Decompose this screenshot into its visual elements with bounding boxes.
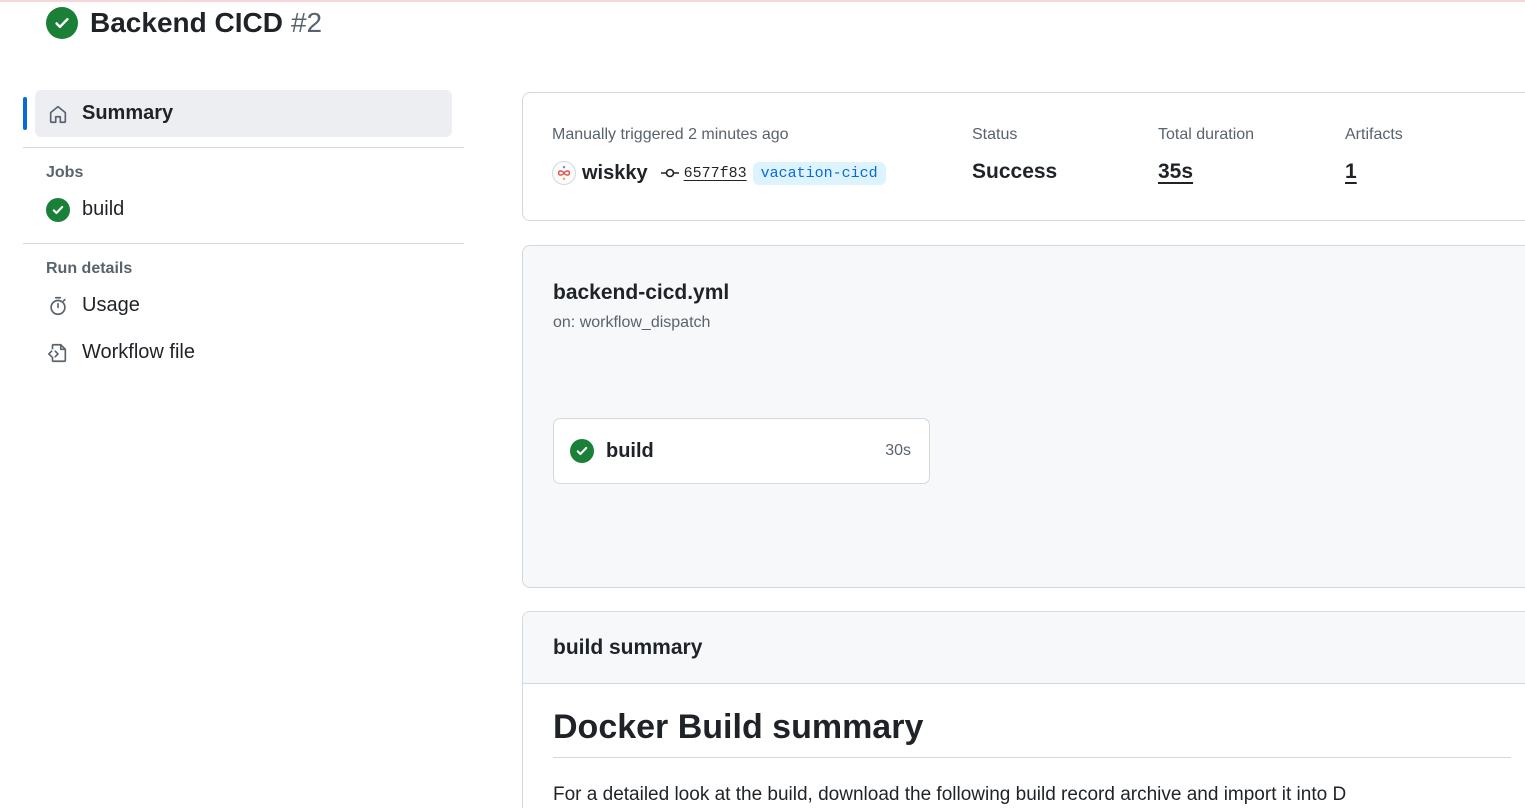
workflow-graph-card: backend-cicd.yml on: workflow_dispatch b… <box>522 245 1525 588</box>
sidebar-item-workflow-file[interactable]: Workflow file <box>23 329 464 376</box>
workflow-file-name: backend-cicd.yml <box>553 281 730 304</box>
selected-indicator <box>23 97 27 130</box>
sidebar-item-label: build <box>82 198 125 220</box>
file-code-icon <box>46 341 70 365</box>
sidebar: Summary Jobs build Run details Usage Wor… <box>23 90 464 376</box>
sidebar-item-label: Usage <box>82 294 140 316</box>
check-circle-icon <box>46 197 70 222</box>
top-border <box>0 0 1525 2</box>
run-summary-card: Manually triggered 2 minutes ago wiskky … <box>522 92 1525 221</box>
stopwatch-icon <box>46 294 70 318</box>
check-circle-icon <box>570 439 594 463</box>
workflow-trigger: on: workflow_dispatch <box>553 314 711 331</box>
git-commit-icon <box>660 166 680 180</box>
build-summary-header: build summary <box>523 612 1525 684</box>
sidebar-item-usage[interactable]: Usage <box>23 282 464 329</box>
job-name: build <box>606 439 654 462</box>
trigger-text: Manually triggered 2 minutes ago <box>552 126 789 143</box>
job-duration: 30s <box>885 442 911 459</box>
run-details-heading: Run details <box>46 260 133 277</box>
status-value: Success <box>972 160 1058 183</box>
home-icon <box>46 102 70 126</box>
build-summary-title: build summary <box>553 635 703 659</box>
actor-link[interactable]: wiskky <box>582 162 648 185</box>
jobs-heading: Jobs <box>46 164 84 181</box>
duration-column: Total duration 35s <box>1158 126 1254 184</box>
duration-label: Total duration <box>1158 126 1255 143</box>
status-label: Status <box>972 126 1018 143</box>
commit-sha-link[interactable]: 6577f83 <box>684 165 747 182</box>
build-summary-body: Docker Build summary For a detailed look… <box>523 684 1525 806</box>
build-summary-card: build summary Docker Build summary For a… <box>522 611 1525 808</box>
build-summary-heading: Docker Build summary <box>553 708 1511 758</box>
artifacts-link[interactable]: 1 <box>1345 160 1403 184</box>
sidebar-item-label: Summary <box>82 102 174 124</box>
avatar[interactable] <box>552 161 576 185</box>
sidebar-item-build-job[interactable]: build <box>23 186 464 233</box>
status-column: Status Success <box>972 126 1057 184</box>
job-node-build[interactable]: build 30s <box>553 418 930 484</box>
run-title: Backend CICD <box>90 7 283 38</box>
artifacts-label: Artifacts <box>1345 126 1403 143</box>
sidebar-item-label: Workflow file <box>82 341 195 363</box>
trigger-info: Manually triggered 2 minutes ago wiskky … <box>552 126 886 186</box>
artifacts-column: Artifacts 1 <box>1345 126 1403 184</box>
build-summary-text: For a detailed look at the build, downlo… <box>553 784 1347 805</box>
branch-label[interactable]: vacation-cicd <box>752 161 886 185</box>
duration-link[interactable]: 35s <box>1158 160 1254 184</box>
sidebar-item-summary[interactable]: Summary <box>23 90 452 137</box>
page-title: Backend CICD #2 <box>46 6 322 40</box>
run-number: #2 <box>290 7 323 38</box>
check-circle-fill-icon <box>46 7 78 39</box>
